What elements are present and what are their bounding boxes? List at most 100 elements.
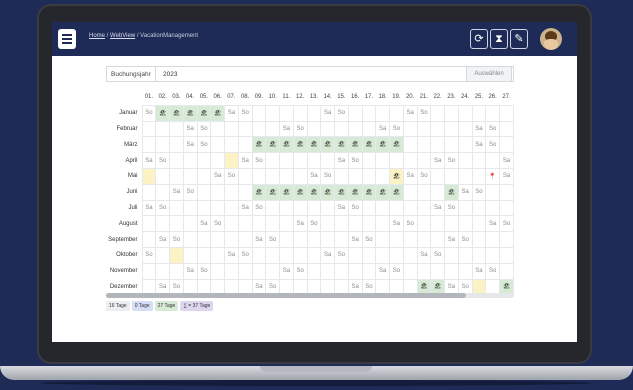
day-cell[interactable]: Sa — [334, 152, 349, 169]
day-cell[interactable] — [210, 136, 225, 154]
day-cell[interactable] — [182, 152, 198, 169]
day-cell[interactable] — [485, 104, 500, 122]
day-cell[interactable]: So — [485, 136, 500, 154]
day-cell[interactable] — [457, 262, 473, 280]
day-cell[interactable] — [499, 231, 514, 248]
day-cell[interactable]: Sa — [375, 262, 390, 280]
day-cell[interactable]: Sa — [251, 231, 267, 248]
day-cell[interactable] — [334, 231, 349, 248]
day-cell[interactable]: So — [196, 262, 212, 280]
day-cell[interactable] — [251, 262, 267, 280]
day-cell[interactable] — [141, 215, 157, 233]
day-cell[interactable] — [306, 152, 322, 169]
day-cell[interactable] — [251, 246, 267, 264]
day-cell[interactable] — [306, 104, 322, 122]
day-cell[interactable] — [361, 152, 377, 169]
day-cell[interactable] — [457, 136, 473, 154]
day-cell[interactable] — [402, 120, 418, 138]
day-cell[interactable]: So — [265, 231, 280, 248]
day-cell[interactable]: 📍 — [485, 167, 500, 185]
day-cell[interactable] — [292, 152, 308, 169]
day-cell[interactable] — [320, 231, 335, 248]
day-cell[interactable]: Sa — [279, 120, 294, 138]
day-cell[interactable] — [430, 262, 445, 280]
day-cell[interactable] — [306, 199, 322, 217]
day-cell[interactable] — [320, 152, 335, 169]
day-cell[interactable] — [430, 183, 445, 201]
refresh-icon[interactable]: ⟳ — [470, 29, 488, 49]
day-cell[interactable] — [347, 246, 363, 264]
day-cell[interactable]: Sa — [182, 262, 198, 280]
breadcrumb-home[interactable]: Home — [89, 33, 105, 39]
day-cell[interactable]: So — [416, 104, 432, 122]
day-cell[interactable]: 🏖 — [251, 136, 267, 154]
day-cell[interactable] — [141, 136, 157, 154]
day-cell[interactable] — [155, 215, 170, 233]
day-cell[interactable] — [141, 231, 157, 248]
day-cell[interactable] — [210, 262, 225, 280]
day-cell[interactable] — [182, 246, 198, 264]
day-cell[interactable] — [169, 152, 184, 169]
day-cell[interactable] — [402, 136, 418, 154]
day-cell[interactable] — [237, 231, 253, 248]
day-cell[interactable] — [444, 136, 459, 154]
day-cell[interactable]: So — [155, 152, 170, 169]
day-cell[interactable] — [251, 215, 267, 233]
day-cell[interactable] — [210, 120, 225, 138]
day-cell[interactable] — [224, 199, 239, 217]
day-cell[interactable] — [169, 215, 184, 233]
day-cell[interactable] — [375, 231, 390, 248]
day-cell[interactable] — [499, 136, 514, 154]
day-cell[interactable]: So — [457, 231, 473, 248]
day-cell[interactable] — [361, 262, 377, 280]
day-cell[interactable] — [471, 231, 487, 248]
day-cell[interactable] — [237, 262, 253, 280]
day-cell[interactable] — [169, 136, 184, 154]
day-cell[interactable]: So — [347, 152, 363, 169]
day-cell[interactable] — [361, 167, 377, 185]
day-cell[interactable] — [320, 199, 335, 217]
day-cell[interactable]: Sa — [430, 152, 445, 169]
day-cell[interactable]: So — [237, 104, 253, 122]
day-cell[interactable]: Sa — [471, 136, 487, 154]
day-cell[interactable]: 🏖 — [279, 183, 294, 201]
day-cell[interactable]: Sa — [224, 104, 239, 122]
day-cell[interactable] — [402, 262, 418, 280]
day-cell[interactable] — [430, 120, 445, 138]
day-cell[interactable] — [457, 104, 473, 122]
day-cell[interactable] — [457, 152, 473, 169]
day-cell[interactable] — [169, 120, 184, 138]
day-cell[interactable] — [265, 246, 280, 264]
day-cell[interactable] — [389, 104, 404, 122]
day-cell[interactable]: So — [320, 167, 335, 185]
year-value[interactable]: 2023 — [163, 71, 177, 78]
day-cell[interactable]: So — [196, 120, 212, 138]
day-cell[interactable]: 🏖 — [265, 183, 280, 201]
day-cell[interactable] — [347, 104, 363, 122]
day-cell[interactable] — [141, 183, 157, 201]
day-cell[interactable] — [347, 167, 363, 185]
day-cell[interactable] — [499, 262, 514, 280]
day-cell[interactable]: Sa — [196, 215, 212, 233]
day-cell[interactable]: So — [251, 152, 267, 169]
day-cell[interactable] — [347, 120, 363, 138]
day-cell[interactable] — [485, 183, 500, 201]
day-cell[interactable] — [224, 120, 239, 138]
day-cell[interactable] — [402, 183, 418, 201]
day-cell[interactable] — [485, 246, 500, 264]
day-cell[interactable] — [169, 167, 184, 185]
day-cell[interactable]: 🏖 — [320, 136, 335, 154]
day-cell[interactable] — [196, 183, 212, 201]
day-cell[interactable]: So — [361, 231, 377, 248]
day-cell[interactable] — [265, 215, 280, 233]
day-cell[interactable] — [375, 215, 390, 233]
day-cell[interactable] — [471, 246, 487, 264]
day-cell[interactable]: So — [210, 215, 225, 233]
day-cell[interactable]: So — [237, 246, 253, 264]
day-cell[interactable] — [471, 167, 487, 185]
scrollbar-thumb[interactable] — [106, 293, 466, 298]
day-cell[interactable]: 🏖 — [265, 136, 280, 154]
day-cell[interactable] — [251, 167, 267, 185]
day-cell[interactable]: 🏖 — [375, 136, 390, 154]
day-cell[interactable] — [471, 104, 487, 122]
